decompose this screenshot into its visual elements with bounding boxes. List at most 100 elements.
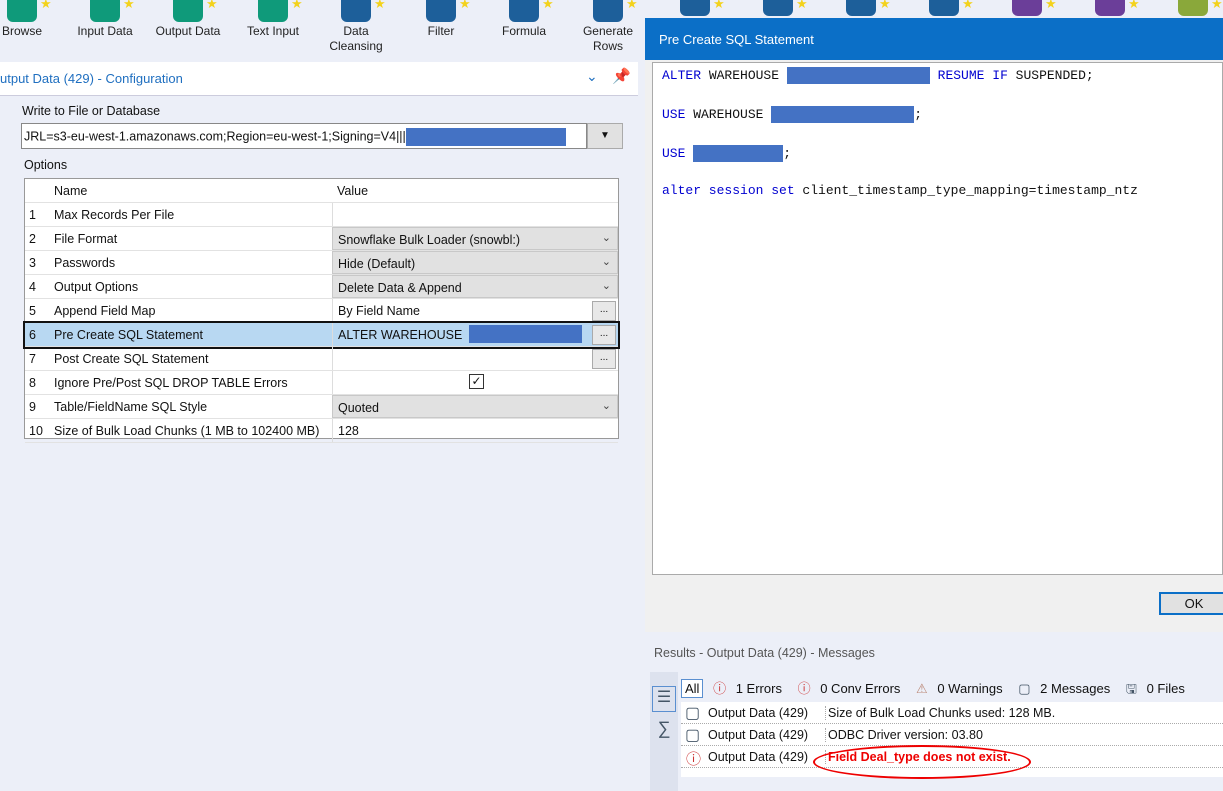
t: ; xyxy=(783,145,792,161)
option-value-cell[interactable]: 128 xyxy=(332,419,618,442)
tool-browse[interactable]: ★ Browse xyxy=(0,0,62,39)
option-value-cell[interactable]: By Field Name... xyxy=(332,299,618,322)
col-value: Value xyxy=(337,184,369,198)
option-value-cell[interactable] xyxy=(332,203,618,226)
message-row[interactable]: ▢ Output Data (429) ODBC Driver version: 0… xyxy=(681,724,1223,746)
tool-filter[interactable]: ★ Filter xyxy=(401,0,481,39)
tool-icon[interactable]: ★ xyxy=(987,0,1067,16)
ok-button[interactable]: OK xyxy=(1159,592,1223,615)
option-name: Post Create SQL Statement xyxy=(54,352,209,366)
message-row[interactable]: ▢ Output Data (429) Size of Bulk Load Chun… xyxy=(681,702,1223,724)
message-text: ODBC Driver version: 03.80 xyxy=(825,728,983,742)
tool-label: Output Data xyxy=(155,24,221,38)
chevron-down-icon[interactable]: ⌄ xyxy=(602,279,611,292)
message-source: Output Data (429) xyxy=(708,728,809,742)
option-row[interactable]: 3 Passwords Hide (Default) ⌄ xyxy=(25,251,618,275)
option-value-cell[interactable]: Quoted ⌄ xyxy=(332,395,618,418)
checkbox[interactable]: ✓ xyxy=(469,374,484,389)
option-row[interactable]: 9 Table/FieldName SQL Style Quoted ⌄ xyxy=(25,395,618,419)
tool-icon[interactable]: ★ xyxy=(738,0,818,16)
option-row[interactable]: 5 Append Field Map By Field Name... xyxy=(25,299,618,323)
filter-errors[interactable]: ⓘ 1 Errors xyxy=(713,681,788,696)
star-icon: ★ xyxy=(1211,0,1223,11)
option-row[interactable]: 1 Max Records Per File xyxy=(25,203,618,227)
option-value-cell[interactable]: ✓ xyxy=(332,371,618,394)
tool-icon[interactable]: ★ xyxy=(1153,0,1223,16)
tool-formula[interactable]: ★ Formula xyxy=(484,0,564,39)
tool-icon xyxy=(929,0,959,16)
message-source: Output Data (429) xyxy=(708,706,809,720)
tool-icon[interactable]: ★ xyxy=(655,0,735,16)
option-name: Append Field Map xyxy=(54,304,156,318)
tool-label: Formula xyxy=(501,24,546,38)
redacted xyxy=(693,145,784,162)
star-icon: ★ xyxy=(1045,0,1057,11)
star-icon: ★ xyxy=(459,0,471,11)
list-view-icon[interactable]: ☰ xyxy=(652,686,676,712)
connection-input[interactable]: JRL=s3-eu-west-1.amazonaws.com;Region=eu… xyxy=(21,123,587,149)
file-icon: 🖫 xyxy=(1125,681,1137,696)
sql-editor[interactable]: ALTER WAREHOUSE RESUME IF SUSPENDED; USE… xyxy=(652,62,1223,575)
option-name: Pre Create SQL Statement xyxy=(54,328,203,342)
filter-conv-errors[interactable]: ⓘ 0 Conv Errors xyxy=(798,681,907,696)
option-value-cell[interactable]: Hide (Default) ⌄ xyxy=(332,251,618,274)
pin-icon[interactable]: 📌 xyxy=(612,67,631,85)
tool-icon xyxy=(426,0,456,22)
kw: ALTER xyxy=(662,67,702,83)
t: 0 Conv Errors xyxy=(820,681,901,696)
option-row[interactable]: 10 Size of Bulk Load Chunks (1 MB to 1024… xyxy=(25,419,618,443)
tool-output-data[interactable]: ★ Output Data xyxy=(148,0,228,39)
tool-generate-rows[interactable]: ★ Generate Rows xyxy=(568,0,648,54)
option-row[interactable]: 2 File Format Snowflake Bulk Loader (snowb… xyxy=(25,227,618,251)
tool-icon xyxy=(1012,0,1042,16)
tool-icon[interactable]: ★ xyxy=(904,0,984,16)
ellipsis-button[interactable]: ... xyxy=(592,349,616,369)
t: 2 Messages xyxy=(1040,681,1111,696)
star-icon: ★ xyxy=(713,0,725,11)
tool-text-input[interactable]: ★ Text Input xyxy=(233,0,313,39)
conv-error-icon: ⓘ xyxy=(797,681,811,696)
option-row[interactable]: 7 Post Create SQL Statement... xyxy=(25,347,618,371)
filter-messages[interactable]: ▢ 2 Messages xyxy=(1018,681,1116,696)
tool-data-cleansing[interactable]: ★ Data Cleansing xyxy=(316,0,396,54)
option-value: Snowflake Bulk Loader (snowbl:) xyxy=(338,233,521,247)
t: ; xyxy=(914,106,923,122)
connection-dropdown-button[interactable]: ▼ xyxy=(587,123,623,149)
option-row[interactable]: 6 Pre Create SQL Statement ALTER WAREHOUSE… xyxy=(23,321,620,349)
filter-files[interactable]: 🖫 0 Files xyxy=(1126,681,1191,696)
ellipsis-button[interactable]: ... xyxy=(592,325,616,345)
option-value-cell[interactable]: ... xyxy=(332,347,618,370)
option-name: Table/FieldName SQL Style xyxy=(54,400,208,414)
results-panel: Results - Output Data (429) - Messages ☰… xyxy=(645,632,1223,791)
t: 0 Warnings xyxy=(937,681,1003,696)
row-number: 8 xyxy=(29,376,36,390)
option-row[interactable]: 8 Ignore Pre/Post SQL DROP TABLE Errors ✓ xyxy=(25,371,618,395)
tool-icon[interactable]: ★ xyxy=(1070,0,1150,16)
tool-icon xyxy=(341,0,371,22)
star-icon: ★ xyxy=(291,0,303,11)
option-row[interactable]: 4 Output Options Delete Data & Append ⌄ xyxy=(25,275,618,299)
summary-icon[interactable]: ∑ xyxy=(652,718,676,739)
error-icon: ⓘ xyxy=(686,751,702,768)
tool-label: Data Cleansing xyxy=(329,24,383,53)
sql-dialog: Pre Create SQL Statement ALTER WAREHOUSE… xyxy=(645,18,1223,640)
star-icon: ★ xyxy=(542,0,554,11)
row-number: 5 xyxy=(29,304,36,318)
chevron-down-icon[interactable]: ⌄ xyxy=(602,255,611,268)
option-value-cell[interactable]: Snowflake Bulk Loader (snowbl:) ⌄ xyxy=(332,227,618,250)
tool-icon xyxy=(90,0,120,22)
option-value-cell[interactable]: ALTER WAREHOUSE... xyxy=(332,323,618,346)
filter-all[interactable]: All xyxy=(681,679,704,698)
filter-warnings[interactable]: ⚠ 0 Warnings xyxy=(916,681,1009,696)
tool-input-data[interactable]: ★ Input Data xyxy=(65,0,145,39)
star-icon: ★ xyxy=(879,0,891,11)
option-value-cell[interactable]: Delete Data & Append ⌄ xyxy=(332,275,618,298)
star-icon: ★ xyxy=(962,0,974,11)
ellipsis-button[interactable]: ... xyxy=(592,301,616,321)
chevron-down-icon[interactable]: ⌄ xyxy=(602,231,611,244)
tool-icon xyxy=(1095,0,1125,16)
row-number: 7 xyxy=(29,352,36,366)
tool-icon[interactable]: ★ xyxy=(821,0,901,16)
chevron-down-icon[interactable]: ⌄ xyxy=(602,399,611,412)
chevron-down-icon[interactable]: ⌄ xyxy=(586,68,598,85)
